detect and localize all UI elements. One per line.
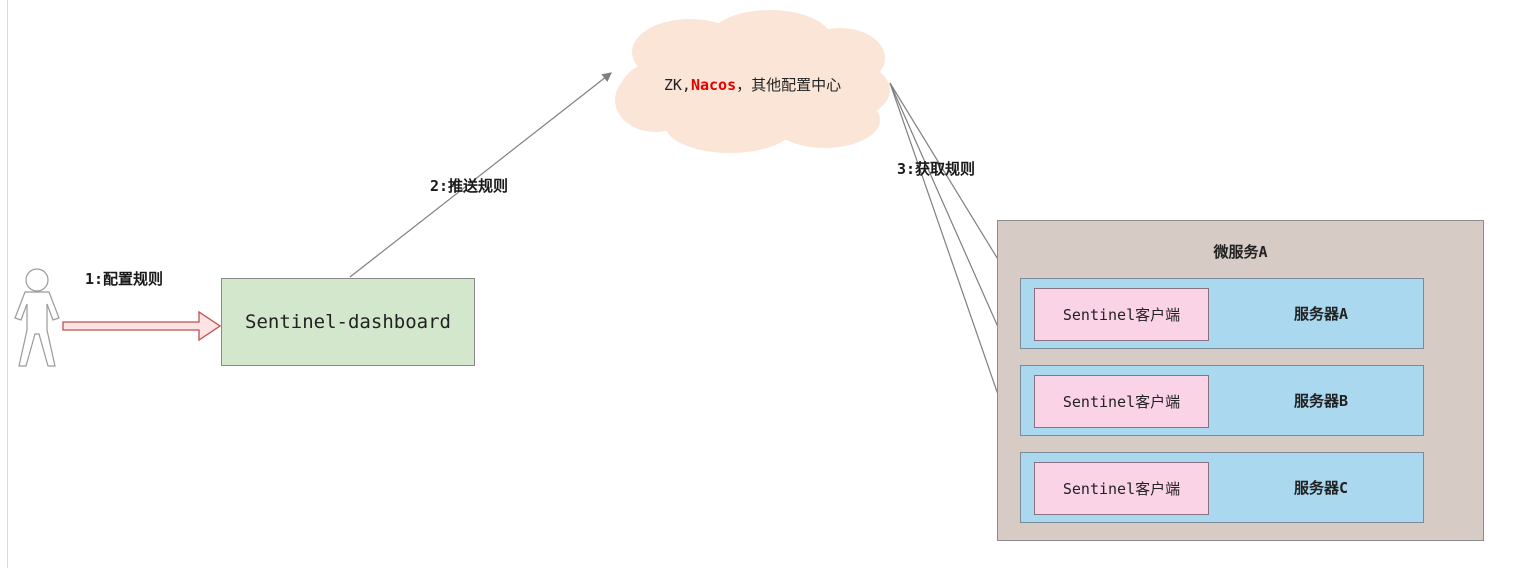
step-configure-label: 1:配置规则: [85, 270, 164, 288]
sentinel-client-label: Sentinel客户端: [1062, 393, 1181, 411]
config-center-nacos: Nacos: [690, 76, 737, 94]
step-push-label: 2:推送规则: [430, 177, 509, 195]
config-center-label: ZK,Nacos，其他配置中心: [615, 74, 890, 95]
sentinel-dashboard-label: Sentinel-dashboard: [245, 311, 451, 333]
sentinel-client-label: Sentinel客户端: [1062, 306, 1181, 324]
sentinel-client-box: Sentinel客户端: [1034, 462, 1209, 515]
server-name: 服务器A: [1293, 305, 1349, 323]
sentinel-client-label: Sentinel客户端: [1062, 480, 1181, 498]
microservice-container: 微服务A Sentinel客户端 服务器A Sentinel客户端 服务器B S…: [997, 220, 1484, 541]
server-box-c: Sentinel客户端 服务器C: [1020, 452, 1424, 523]
sentinel-dashboard-box: Sentinel-dashboard: [221, 278, 475, 366]
step-fetch-label: 3:获取规则: [897, 160, 976, 178]
sentinel-client-box: Sentinel客户端: [1034, 288, 1209, 341]
sentinel-client-box: Sentinel客户端: [1034, 375, 1209, 428]
person-icon: [14, 268, 60, 367]
microservice-title: 微服务A: [1213, 243, 1268, 261]
config-center-prefix: ZK,: [663, 76, 691, 94]
config-center-suffix: ，其他配置中心: [736, 76, 842, 94]
server-box-a: Sentinel客户端 服务器A: [1020, 278, 1424, 349]
server-box-b: Sentinel客户端 服务器B: [1020, 365, 1424, 436]
server-name: 服务器B: [1293, 392, 1349, 410]
configure-arrow: [62, 310, 222, 342]
server-name: 服务器C: [1293, 479, 1349, 497]
